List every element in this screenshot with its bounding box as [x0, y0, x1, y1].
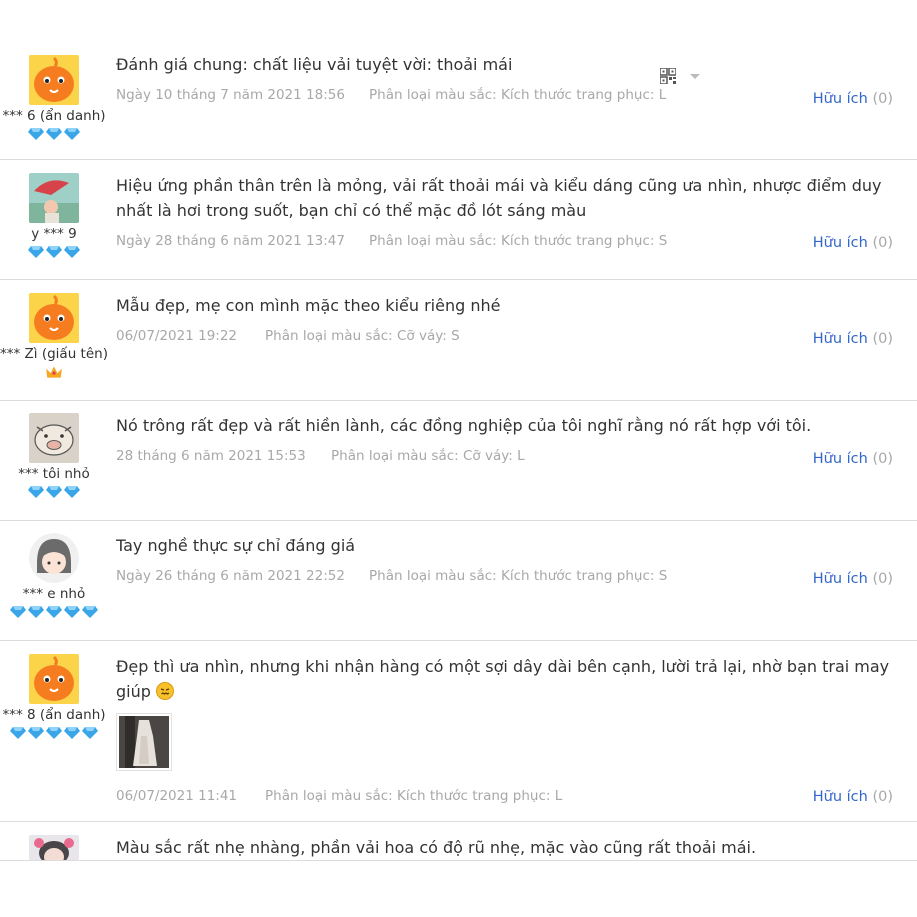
diamond-icon	[10, 727, 26, 739]
avatar[interactable]	[29, 173, 79, 223]
diamond-icon	[46, 727, 62, 739]
diamond-icon	[28, 606, 44, 618]
review-text: Nó trông rất đẹp và rất hiền lành, các đ…	[116, 416, 812, 435]
cartoon-girl-icon	[29, 533, 79, 583]
diamond-icon	[64, 606, 80, 618]
diamond-badges	[0, 245, 108, 261]
helpful-button[interactable]: Hữu ích (0)	[813, 91, 893, 107]
avatar[interactable]	[29, 55, 79, 105]
orange-mascot-icon	[29, 293, 79, 343]
orange-mascot-icon	[29, 654, 79, 704]
helpful-button[interactable]: Hữu ích (0)	[813, 451, 893, 467]
review-category: Phân loại màu sắc: Cỡ váy: S	[265, 328, 460, 344]
reviewer-name: y *** 9	[31, 226, 77, 242]
review-meta: Ngày 28 tháng 6 năm 2021 13:47 Phân loại…	[116, 233, 897, 253]
photo-girl-icon	[29, 835, 79, 860]
reviewer-info: y *** 9	[0, 173, 108, 261]
reviewer-name: *** e nhỏ	[22, 586, 86, 602]
helpful-button[interactable]: Hữu ích (0)	[813, 789, 893, 805]
review-item: *** 8 (ẩn danh) Đẹp thì ưa nhìn, nhưng k…	[0, 641, 917, 822]
photo-umbrella-icon	[29, 173, 79, 223]
reviewer-info: *** Zì (giấu tên)	[0, 293, 108, 381]
review-item: *** Zì (giấu tên) Mẫu đẹp, mẹ con mình m…	[0, 280, 917, 401]
review-category: Phân loại màu sắc: Cỡ váy: L	[331, 448, 525, 464]
diamond-icon	[28, 486, 44, 498]
review-text: Tay nghề thực sự chỉ đáng giá	[116, 536, 356, 555]
avatar[interactable]	[29, 835, 79, 860]
review-date: 06/07/2021 11:41	[116, 788, 238, 804]
diamond-icon	[28, 727, 44, 739]
avatar[interactable]	[29, 413, 79, 463]
helpful-button[interactable]: Hữu ích (0)	[813, 331, 893, 347]
review-meta: 06/07/2021 11:41 Phân loại màu sắc: Kích…	[116, 788, 897, 808]
helpful-button[interactable]: Hữu ích (0)	[813, 571, 893, 587]
reviewer-info: *** 6 (ẩn danh)	[0, 55, 108, 143]
drawn-pig-icon	[29, 413, 79, 463]
review-text: Hiệu ứng phần thân trên là mỏng, vải rất…	[116, 176, 882, 220]
review-date: 06/07/2021 19:22	[116, 328, 238, 344]
crown-badges	[0, 365, 108, 381]
diamond-badges	[0, 485, 108, 501]
review-date: 28 tháng 6 năm 2021 15:53	[116, 448, 306, 464]
crown-icon	[46, 366, 62, 378]
diamond-icon	[82, 727, 98, 739]
review-date: Ngày 10 tháng 7 năm 2021 18:56	[116, 87, 345, 103]
reviewer-name: *** tôi nhỏ	[18, 466, 90, 482]
review-meta: 06/07/2021 19:22 Phân loại màu sắc: Cỡ v…	[116, 328, 897, 348]
review-category: Phân loại màu sắc: Kích thước trang phục…	[265, 788, 563, 804]
review-category: Phân loại màu sắc: Kích thước trang phục…	[369, 87, 667, 103]
review-text: Đánh giá chung: chất liệu vải tuyệt vời:…	[116, 55, 513, 74]
reviewer-name: *** 6 (ẩn danh)	[2, 108, 106, 124]
review-item: Màu sắc rất nhẹ nhàng, phần vải hoa có đ…	[0, 822, 917, 861]
diamond-icon	[46, 128, 62, 140]
diamond-icon	[46, 606, 62, 618]
diamond-icon	[28, 246, 44, 258]
review-item: y *** 9 Hiệu ứng phần thân trên là mỏng,…	[0, 160, 917, 280]
review-date: Ngày 26 tháng 6 năm 2021 22:52	[116, 568, 345, 584]
diamond-icon	[46, 246, 62, 258]
diamond-icon	[82, 606, 98, 618]
reviewer-info: *** e nhỏ	[0, 533, 108, 621]
review-item: *** e nhỏ Tay nghề thực sự chỉ đáng giá …	[0, 521, 917, 641]
avatar[interactable]	[29, 654, 79, 704]
review-meta: 28 tháng 6 năm 2021 15:53 Phân loại màu …	[116, 448, 897, 468]
review-text: Mẫu đẹp, mẹ con mình mặc theo kiểu riêng…	[116, 296, 501, 315]
diamond-icon	[64, 727, 80, 739]
diamond-badges	[0, 127, 108, 143]
review-meta: Ngày 26 tháng 6 năm 2021 22:52 Phân loại…	[116, 568, 897, 588]
diamond-icon	[64, 128, 80, 140]
reviewer-info: *** tôi nhỏ	[0, 413, 108, 501]
reviewer-name: *** 8 (ẩn danh)	[2, 707, 106, 723]
review-photo-thumbnail[interactable]	[116, 713, 172, 771]
diamond-icon	[64, 246, 80, 258]
avatar[interactable]	[29, 533, 79, 583]
review-text: Màu sắc rất nhẹ nhàng, phần vải hoa có đ…	[116, 838, 757, 857]
reviewer-name: *** Zì (giấu tên)	[0, 346, 108, 362]
diamond-icon	[28, 128, 44, 140]
reviewer-info: *** 8 (ẩn danh)	[0, 654, 108, 742]
avatar[interactable]	[29, 293, 79, 343]
diamond-icon	[64, 486, 80, 498]
reviewer-info	[0, 835, 108, 860]
helpful-button[interactable]: Hữu ích (0)	[813, 235, 893, 251]
annoyed-face-emoji-icon	[156, 682, 174, 700]
review-item: *** 6 (ẩn danh) Đánh giá chung: chất liệ…	[0, 40, 917, 160]
review-category: Phân loại màu sắc: Kích thước trang phục…	[369, 568, 668, 584]
diamond-icon	[46, 486, 62, 498]
diamond-badges	[0, 605, 108, 621]
diamond-badges	[0, 726, 108, 742]
review-text: Đẹp thì ưa nhìn, nhưng khi nhận hàng có …	[116, 657, 890, 701]
review-item: *** tôi nhỏ Nó trông rất đẹp và rất hiền…	[0, 401, 917, 521]
dress-photo-icon	[119, 716, 169, 768]
review-meta: Ngày 10 tháng 7 năm 2021 18:56 Phân loại…	[116, 87, 897, 107]
diamond-icon	[10, 606, 26, 618]
review-category: Phân loại màu sắc: Kích thước trang phục…	[369, 233, 668, 249]
review-date: Ngày 28 tháng 6 năm 2021 13:47	[116, 233, 345, 249]
orange-mascot-icon	[29, 55, 79, 105]
